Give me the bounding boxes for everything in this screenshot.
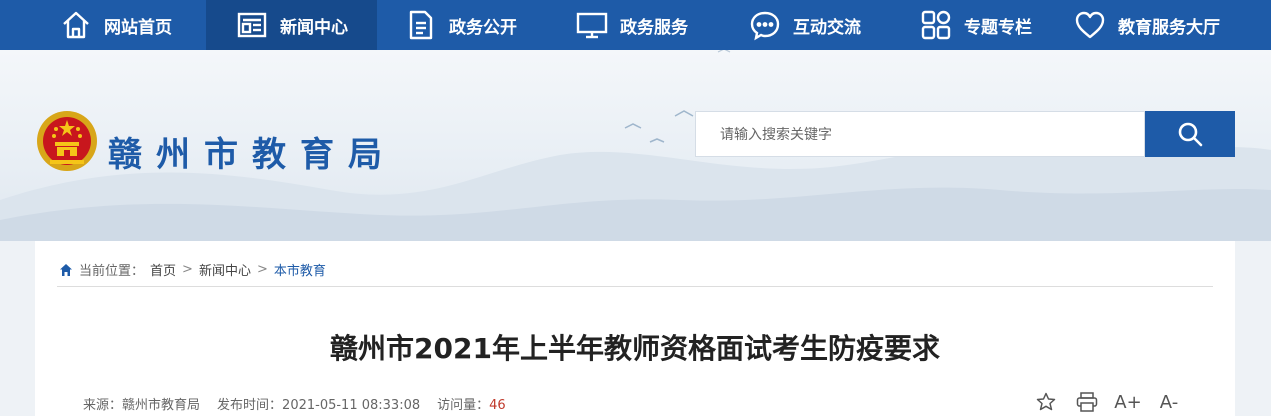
font-enlarge-button[interactable]: A+ bbox=[1114, 391, 1142, 413]
views-count: 46 bbox=[489, 398, 506, 413]
nav-item-label: 新闻中心 bbox=[280, 17, 348, 38]
monitor-icon bbox=[576, 12, 608, 39]
search-input[interactable] bbox=[695, 111, 1145, 157]
nav-item-label: 政务公开 bbox=[449, 17, 517, 38]
publish-time-value: 2021-05-11 08:33:08 bbox=[282, 398, 421, 413]
star-icon bbox=[1036, 392, 1056, 411]
article-panel: 当前位置： 首页 > 新闻中心 > 本市教育 赣州市2021年上半年教师资格面试… bbox=[35, 241, 1235, 416]
article-tools: A+ A- bbox=[1035, 391, 1199, 413]
grid-icon bbox=[921, 10, 951, 40]
nav-item-home[interactable]: 网站首页 bbox=[60, 0, 172, 50]
font-enlarge-label: A+ bbox=[1114, 391, 1142, 413]
chat-icon bbox=[750, 11, 780, 41]
breadcrumb-item-news[interactable]: 新闻中心 bbox=[199, 260, 251, 279]
nav-item-label: 专题专栏 bbox=[964, 17, 1032, 38]
nav-item-gov-affairs[interactable]: 政务公开 bbox=[405, 0, 517, 50]
breadcrumb: 当前位置： 首页 > 新闻中心 > 本市教育 bbox=[57, 253, 1213, 287]
breadcrumb-separator: > bbox=[182, 262, 193, 277]
heart-icon bbox=[1075, 11, 1105, 39]
nav-item-label: 政务服务 bbox=[620, 17, 688, 38]
views-label: 访问量： bbox=[437, 398, 490, 413]
breadcrumb-item-local-education[interactable]: 本市教育 bbox=[274, 260, 326, 279]
home-small-icon bbox=[60, 263, 72, 276]
nav-item-gov-services[interactable]: 政务服务 bbox=[576, 0, 688, 50]
printer-icon bbox=[1076, 392, 1098, 412]
national-emblem-icon bbox=[37, 111, 97, 171]
article-title: 赣州市2021年上半年教师资格面试考生防疫要求 bbox=[330, 332, 940, 365]
print-button[interactable] bbox=[1076, 391, 1098, 413]
font-shrink-button[interactable]: A- bbox=[1158, 391, 1180, 413]
nav-item-label: 网站首页 bbox=[104, 17, 172, 38]
search-button[interactable] bbox=[1145, 111, 1235, 157]
nav-item-label: 教育服务大厅 bbox=[1118, 17, 1220, 38]
article-meta: 来源：赣州市教育局 发布时间：2021-05-11 08:33:08 访问量：4… bbox=[83, 394, 523, 413]
search-icon bbox=[1178, 122, 1203, 147]
site-title: 赣州市教育局 bbox=[108, 135, 396, 175]
newspaper-icon bbox=[237, 12, 267, 38]
nav-item-interaction[interactable]: 互动交流 bbox=[749, 0, 861, 50]
publish-time-label: 发布时间： bbox=[217, 398, 283, 413]
breadcrumb-prefix: 当前位置： bbox=[79, 264, 145, 279]
document-icon bbox=[409, 10, 433, 40]
favorite-button[interactable] bbox=[1035, 391, 1057, 413]
header-banner: 赣州市教育局 bbox=[0, 50, 1271, 241]
breadcrumb-separator: > bbox=[256, 262, 268, 277]
nav-item-edu-service-hall[interactable]: 教育服务大厅 bbox=[1074, 0, 1220, 50]
nav-item-label: 互动交流 bbox=[793, 17, 861, 38]
home-icon bbox=[63, 11, 89, 39]
nav-item-news[interactable]: 新闻中心 bbox=[206, 0, 377, 50]
source-value: 赣州市教育局 bbox=[122, 398, 201, 413]
nav-item-topics[interactable]: 专题专栏 bbox=[920, 0, 1032, 50]
source-label: 来源： bbox=[83, 398, 123, 413]
top-nav: 网站首页 新闻中心 政务公开 政务服务 互动交流 专题专栏 教育服务大厅 bbox=[0, 0, 1271, 50]
breadcrumb-item-home[interactable]: 首页 bbox=[150, 260, 176, 279]
font-shrink-label: A- bbox=[1159, 391, 1179, 413]
